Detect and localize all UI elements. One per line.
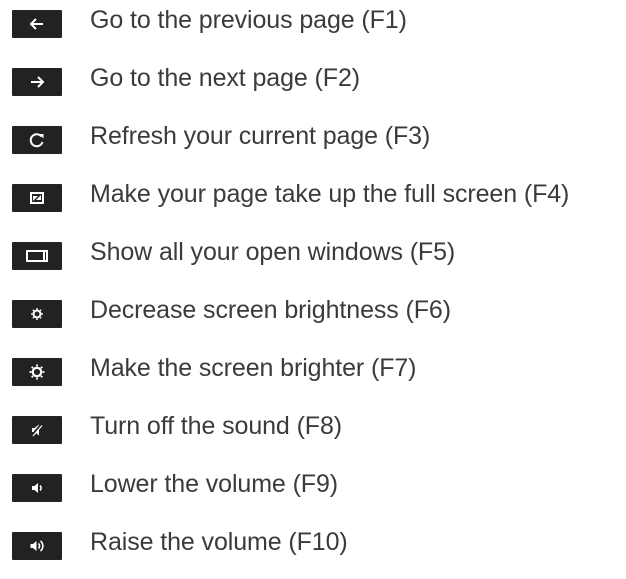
volume-down-icon [32, 483, 42, 493]
shortcut-label: Turn off the sound (F8) [90, 412, 342, 440]
show-windows-icon [26, 250, 48, 262]
shortcut-label: Lower the volume (F9) [90, 470, 338, 498]
f6-key [12, 300, 62, 328]
f3-key [12, 126, 62, 154]
shortcut-label: Go to the next page (F2) [90, 64, 360, 92]
shortcut-label: Refresh your current page (F3) [90, 122, 431, 150]
f8-key [12, 416, 62, 444]
brightness-up-icon [29, 364, 45, 380]
f1-key [12, 10, 62, 38]
shortcut-row-f6: Decrease screen brightness (F6) [0, 290, 626, 330]
shortcut-label: Raise the volume (F10) [90, 528, 348, 556]
f9-key [12, 474, 62, 502]
shortcut-label: Decrease screen brightness (F6) [90, 296, 451, 324]
fullscreen-icon [30, 192, 44, 204]
forward-arrow-icon [31, 76, 45, 88]
shortcut-row-f7: Make the screen brighter (F7) [0, 348, 626, 388]
brightness-down-icon [31, 308, 43, 320]
f2-key [12, 68, 62, 96]
mute-icon [30, 423, 43, 437]
f10-key [12, 532, 62, 560]
shortcut-row-f8: Turn off the sound (F8) [0, 406, 626, 446]
shortcut-row-f10: Raise the volume (F10) [0, 522, 626, 562]
shortcut-row-f4: Make your page take up the full screen (… [0, 174, 626, 214]
volume-up-icon [30, 540, 44, 552]
back-arrow-icon [29, 18, 43, 30]
shortcut-label: Make your page take up the full screen (… [90, 180, 570, 208]
shortcut-label: Go to the previous page (F1) [90, 6, 407, 34]
shortcut-row-f5: Show all your open windows (F5) [0, 232, 626, 272]
shortcut-row-f3: Refresh your current page (F3) [0, 116, 626, 156]
refresh-icon [29, 133, 44, 148]
f7-key [12, 358, 62, 386]
shortcut-label: Show all your open windows (F5) [90, 238, 456, 266]
f5-key [12, 242, 62, 270]
shortcut-row-f9: Lower the volume (F9) [0, 464, 626, 504]
shortcut-label: Make the screen brighter (F7) [90, 354, 417, 382]
shortcut-row-f2: Go to the next page (F2) [0, 58, 626, 98]
shortcut-row-f1: Go to the previous page (F1) [0, 0, 626, 40]
f4-key [12, 184, 62, 212]
shortcut-list: Go to the previous page (F1) Go to the n… [0, 0, 626, 579]
